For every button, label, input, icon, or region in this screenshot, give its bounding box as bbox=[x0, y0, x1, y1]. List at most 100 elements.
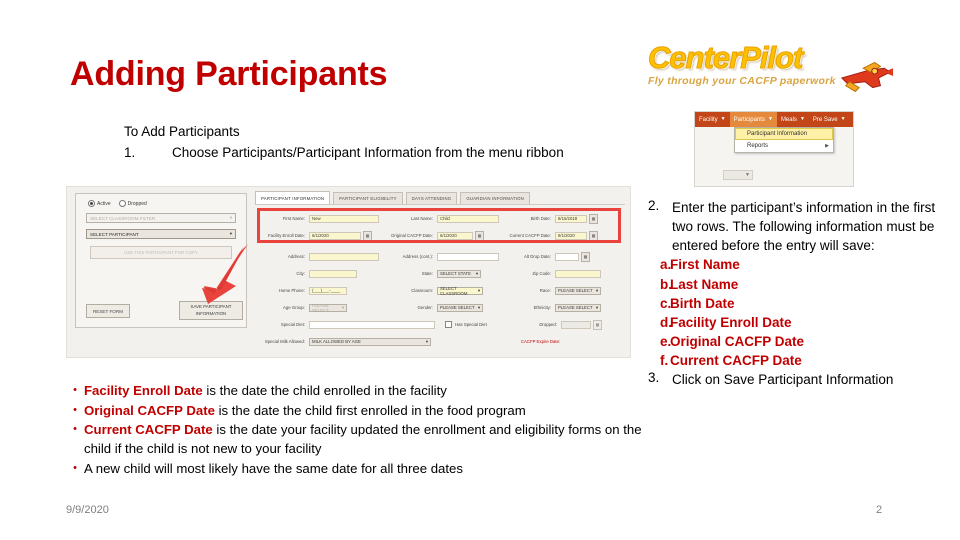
bullet-icon: • bbox=[73, 384, 77, 396]
calendar-icon[interactable]: ▦ bbox=[593, 319, 602, 330]
ribbon-label-facility: Facility bbox=[699, 116, 718, 123]
sub-item-facility-enroll-date: d. Facility Enroll Date bbox=[648, 313, 948, 332]
ribbon-item-pre-save[interactable]: Pre Save ▼ bbox=[809, 112, 850, 127]
intro-step-1-number: 1. bbox=[124, 145, 136, 160]
step-2-number: 2. bbox=[648, 198, 660, 213]
sub-item-last-name: b. Last Name bbox=[648, 275, 948, 294]
chevron-down-icon: ▾ bbox=[425, 338, 428, 344]
chevron-down-icon: ▼ bbox=[799, 116, 805, 122]
form-row-special-diet: Special Diet: Has Special Diet Dropped: … bbox=[255, 316, 625, 333]
chevron-down-icon: ▾ bbox=[477, 304, 480, 310]
age-group-label: Age Group: bbox=[283, 304, 305, 310]
sub-item-birth-date: c. Birth Date bbox=[648, 294, 948, 313]
radio-active[interactable]: Active bbox=[88, 200, 111, 207]
tab-guardian-information[interactable]: GUARDIAN INFORMATION bbox=[460, 192, 530, 204]
alt-drop-date-label: Alt Drop Date: bbox=[524, 253, 551, 259]
gender-value: PLEASE SELECT bbox=[440, 305, 475, 310]
radio-dot-icon bbox=[88, 200, 95, 207]
use-participant-for-copy-label: USE THIS PARTICIPANT FOR COPY bbox=[124, 250, 198, 255]
chevron-down-icon: ▾ bbox=[477, 287, 480, 293]
calendar-icon[interactable]: ▦ bbox=[581, 251, 590, 262]
classroom-label: Classroom: bbox=[411, 287, 433, 293]
sub-item-label: Original CACFP Date bbox=[670, 334, 805, 350]
radio-dropped-label: Dropped bbox=[127, 200, 147, 207]
classroom-dropdown[interactable]: SELECT CLASSROOM ▾ bbox=[437, 285, 483, 296]
gender-dropdown[interactable]: PLEASE SELECT ▾ bbox=[437, 303, 483, 312]
classroom-value: SELECT CLASSROOM bbox=[440, 285, 468, 296]
dropped-input[interactable] bbox=[561, 320, 591, 329]
ribbon-item-facility[interactable]: Facility ▼ bbox=[695, 112, 730, 127]
race-value: PLEASE SELECT bbox=[558, 288, 593, 293]
highlight-rectangle bbox=[257, 208, 621, 243]
footer-page-number: 2 bbox=[876, 504, 883, 516]
reset-form-button[interactable]: RESET FORM bbox=[86, 304, 130, 318]
participant-form-panel: PARTICIPANT INFORMATION PARTICIPANT ELIG… bbox=[255, 191, 625, 351]
sub-item-original-cacfp-date: e. Original CACFP Date bbox=[648, 332, 948, 351]
ribbon-dropdown-stub[interactable]: ▼ bbox=[723, 170, 753, 180]
gender-label: Gender: bbox=[417, 304, 433, 310]
bullet-facility-enroll-date: • Facility Enroll Date is the date the c… bbox=[66, 382, 656, 401]
alt-drop-date-input[interactable] bbox=[555, 252, 579, 261]
sub-item-label: Facility Enroll Date bbox=[670, 314, 792, 330]
ethnicity-value: PLEASE SELECT bbox=[558, 305, 593, 310]
tab-label-guardian-information: GUARDIAN INFORMATION bbox=[466, 196, 524, 201]
city-label: City: bbox=[296, 270, 305, 276]
zip-code-input[interactable] bbox=[555, 269, 601, 278]
select-participant-dropdown[interactable]: SELECT PARTICIPANT ▾ bbox=[86, 229, 236, 239]
application-screenshot: Active Dropped SELECT CLASSROOM FILTER ▾… bbox=[66, 186, 631, 358]
address-cont-label: Address (cont.): bbox=[402, 253, 433, 259]
sub-item-marker: b. bbox=[660, 276, 672, 292]
sub-item-label: First Name bbox=[670, 257, 740, 273]
menu-ribbon: Facility ▼ Participants ▼ Meals ▼ Pre Sa… bbox=[695, 112, 853, 127]
step-2-text: Enter the participant’s information in t… bbox=[672, 200, 936, 254]
bullet-icon: • bbox=[73, 423, 77, 436]
status-radio-group: Active Dropped bbox=[76, 194, 246, 207]
chevron-down-icon: ▾ bbox=[341, 304, 344, 310]
race-label: Race: bbox=[539, 287, 551, 293]
sub-item-label: Birth Date bbox=[670, 295, 735, 311]
city-input[interactable] bbox=[309, 269, 357, 278]
bullet-icon: • bbox=[73, 461, 77, 474]
home-phone-input[interactable]: (___)___-____ bbox=[309, 286, 347, 295]
tab-days-attending[interactable]: DAYS ATTENDING bbox=[405, 192, 458, 204]
age-group-dropdown[interactable]: PLEASE SELECT ▾ bbox=[309, 303, 347, 313]
chevron-right-icon: ▶ bbox=[825, 143, 829, 149]
tab-label-participant-information: PARTICIPANT INFORMATION bbox=[261, 195, 325, 201]
ribbon-label-participants: Participants bbox=[733, 116, 765, 123]
menu-label-reports: Reports bbox=[747, 143, 769, 149]
special-diet-input[interactable] bbox=[309, 320, 435, 329]
race-dropdown[interactable]: PLEASE SELECT ▾ bbox=[555, 286, 601, 295]
classroom-filter-dropdown[interactable]: SELECT CLASSROOM FILTER ▾ bbox=[86, 213, 236, 223]
participants-dropdown-menu: Participant Information Reports ▶ bbox=[734, 127, 834, 153]
tab-participant-information[interactable]: PARTICIPANT INFORMATION bbox=[255, 191, 331, 204]
address-cont-input[interactable] bbox=[437, 252, 499, 261]
sub-item-label: Last Name bbox=[670, 276, 739, 292]
intro-step-1: 1. Choose Participants/Participant Infor… bbox=[124, 145, 564, 160]
form-row-city: City: State: SELECT STATE ▾ Zip Code: bbox=[255, 265, 625, 282]
state-dropdown[interactable]: SELECT STATE ▾ bbox=[437, 269, 481, 278]
ethnicity-dropdown[interactable]: PLEASE SELECT ▾ bbox=[555, 303, 601, 312]
bullet-text: is the date the child enrolled in the fa… bbox=[202, 383, 447, 398]
chevron-down-icon: ▼ bbox=[767, 116, 773, 122]
footer-date: 9/9/2020 bbox=[66, 504, 109, 516]
radio-dropped[interactable]: Dropped bbox=[118, 200, 147, 207]
address-input[interactable] bbox=[309, 252, 379, 261]
red-arrow-icon bbox=[202, 244, 248, 304]
chevron-down-icon: ▾ bbox=[229, 231, 232, 236]
chevron-down-icon: ▾ bbox=[595, 287, 598, 293]
has-special-diet-checkbox[interactable] bbox=[445, 321, 452, 328]
special-milk-allowed-dropdown[interactable]: MILK ALLOWED BY AGE ▾ bbox=[309, 337, 431, 346]
state-value: SELECT STATE bbox=[440, 271, 472, 276]
tab-participant-eligibility[interactable]: PARTICIPANT ELIGIBILITY bbox=[333, 192, 403, 204]
save-button-label-line2: INFORMATION bbox=[195, 310, 227, 316]
step-3-text: Click on Save Participant Information bbox=[672, 372, 894, 388]
menu-item-participant-information[interactable]: Participant Information bbox=[735, 128, 833, 140]
ribbon-item-meals[interactable]: Meals ▼ bbox=[777, 112, 809, 127]
sub-item-label: Current CACFP Date bbox=[670, 353, 802, 369]
ribbon-item-participants[interactable]: Participants ▼ bbox=[729, 112, 777, 127]
step-3: 3. Click on Save Participant Information bbox=[648, 370, 948, 389]
sub-item-marker: d. bbox=[660, 314, 672, 330]
menu-item-reports[interactable]: Reports ▶ bbox=[735, 140, 833, 152]
menu-label-participant-information: Participant Information bbox=[747, 131, 808, 137]
bullet-original-cacfp-date: • Original CACFP Date is the date the ch… bbox=[66, 402, 656, 421]
